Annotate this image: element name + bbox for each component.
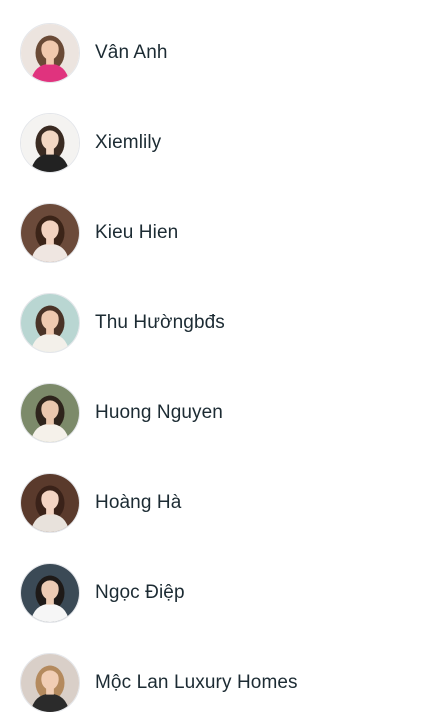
person-name[interactable]: Kieu Hien — [95, 222, 178, 244]
avatar-image — [21, 564, 79, 622]
avatar-image — [21, 114, 79, 172]
avatar-image — [21, 294, 79, 352]
list-item[interactable]: Vân Anh — [0, 8, 428, 98]
person-name[interactable]: Thu Hườngbđs — [95, 312, 225, 334]
list-item[interactable]: Thu Hườngbđs — [0, 278, 428, 368]
person-name[interactable]: Hoàng Hà — [95, 492, 181, 514]
avatar[interactable] — [20, 653, 80, 712]
friends-list: Vân Anh Xiemlily Kieu Hien Thu Hườngbđs … — [0, 0, 428, 712]
avatar[interactable] — [20, 563, 80, 623]
person-name[interactable]: Vân Anh — [95, 42, 168, 64]
list-item[interactable]: Kieu Hien — [0, 188, 428, 278]
avatar[interactable] — [20, 473, 80, 533]
avatar[interactable] — [20, 293, 80, 353]
avatar-image — [21, 474, 79, 532]
list-item[interactable]: Hoàng Hà — [0, 458, 428, 548]
person-name[interactable]: Xiemlily — [95, 132, 161, 154]
avatar-image — [21, 654, 79, 712]
avatar-image — [21, 24, 79, 82]
avatar-image — [21, 384, 79, 442]
list-item[interactable]: Ngọc Điệp — [0, 548, 428, 638]
avatar[interactable] — [20, 113, 80, 173]
avatar[interactable] — [20, 203, 80, 263]
list-item[interactable]: Mộc Lan Luxury Homes — [0, 638, 428, 712]
avatar-image — [21, 204, 79, 262]
person-name[interactable]: Huong Nguyen — [95, 402, 223, 424]
avatar[interactable] — [20, 23, 80, 83]
person-name[interactable]: Mộc Lan Luxury Homes — [95, 672, 298, 694]
person-name[interactable]: Ngọc Điệp — [95, 582, 185, 604]
list-item[interactable]: Xiemlily — [0, 98, 428, 188]
list-item[interactable]: Huong Nguyen — [0, 368, 428, 458]
avatar[interactable] — [20, 383, 80, 443]
